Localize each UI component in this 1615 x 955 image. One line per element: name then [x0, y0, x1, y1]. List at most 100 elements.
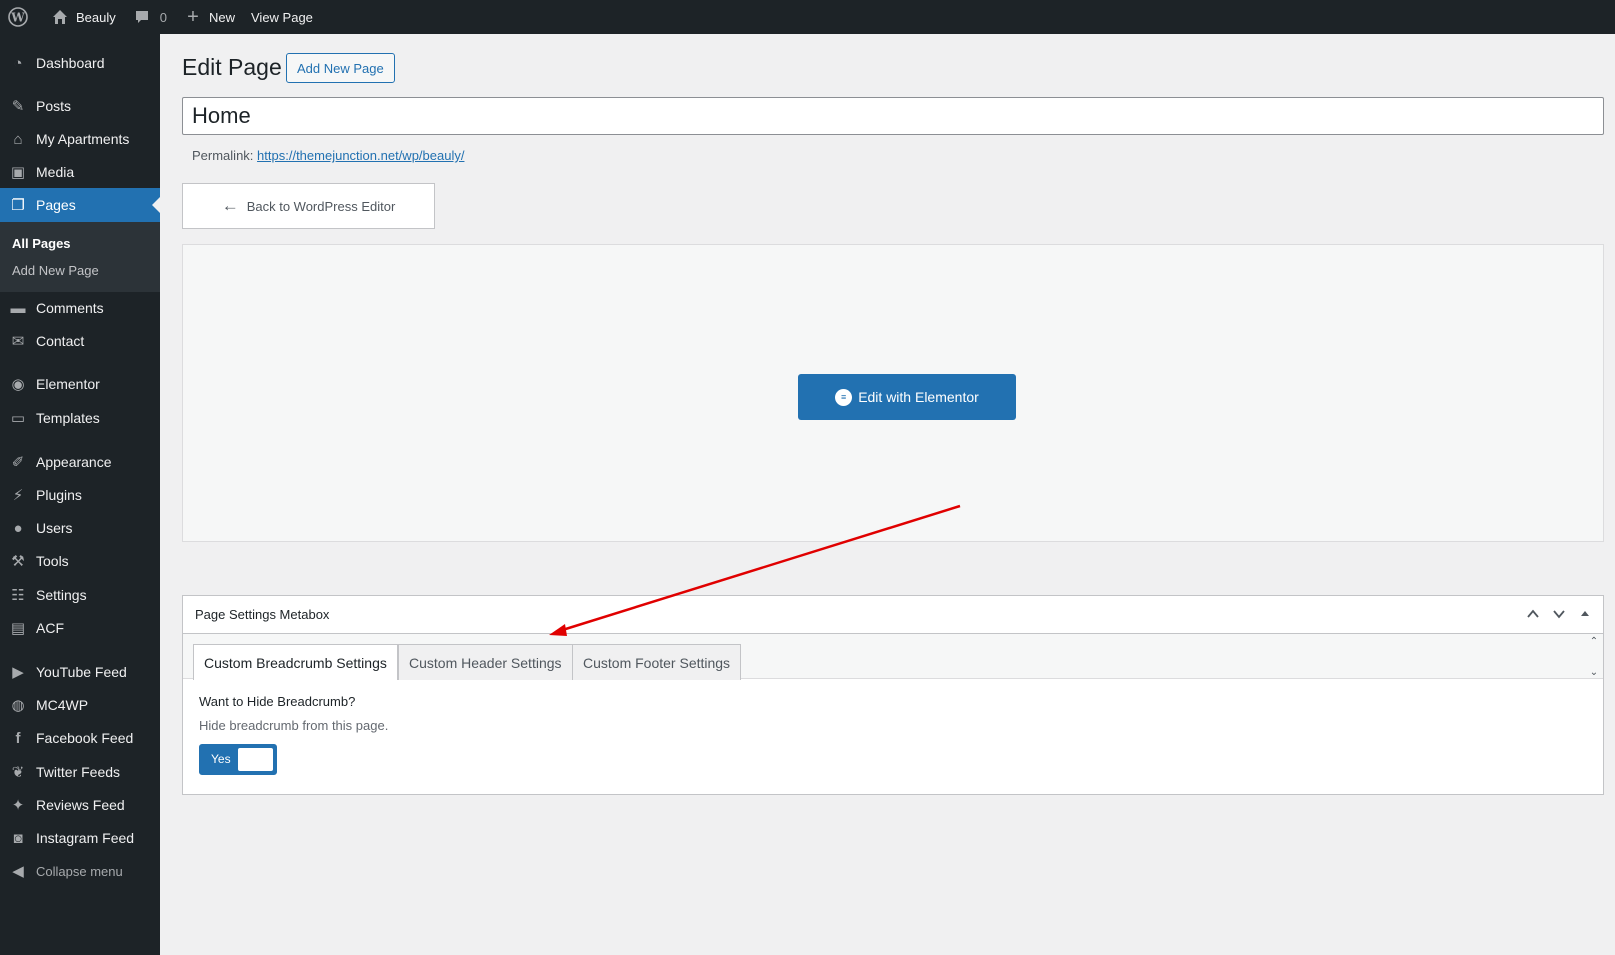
submenu-add-new-page[interactable]: Add New Page [12, 263, 99, 278]
reviews-icon: ✦ [11, 797, 25, 814]
sidebar-item-plugins[interactable]: ⚡ Plugins [0, 478, 160, 512]
mc4wp-icon: ◍ [11, 697, 25, 714]
twitter-icon: ❦ [11, 764, 25, 781]
hide-breadcrumb-toggle[interactable]: Yes [199, 744, 277, 775]
sidebar-item-label: Elementor [36, 376, 100, 392]
tabs-scrollbar[interactable]: ⌃ ⌄ [1587, 636, 1601, 678]
sidebar-item-elementor[interactable]: ◉ Elementor [0, 367, 160, 401]
metabox-title: Page Settings Metabox [195, 607, 330, 622]
permalink: Permalink: https://themejunction.net/wp/… [192, 148, 464, 163]
dashboard-icon: ◔ [13, 54, 23, 72]
comment-icon [132, 7, 152, 27]
pages-icon: ❐ [11, 197, 25, 214]
sidebar-item-posts[interactable]: ✎ Posts [0, 89, 160, 123]
plus-icon: + [187, 5, 199, 28]
sidebar-item-twitter-feeds[interactable]: ❦ Twitter Feeds [0, 755, 160, 789]
sidebar-item-facebook-feed[interactable]: f Facebook Feed [0, 721, 160, 755]
metabox-tabs: Custom Breadcrumb Settings Custom Header… [183, 634, 1603, 680]
sidebar-item-label: Instagram Feed [36, 830, 135, 846]
sidebar-item-label: ACF [36, 620, 64, 636]
sidebar-item-label: Media [36, 164, 75, 180]
sidebar-item-reviews-feed[interactable]: ✦ Reviews Feed [0, 788, 160, 822]
sidebar-item-pages[interactable]: ❐ Pages [0, 188, 160, 222]
arrow-left-icon: ← [221, 196, 239, 215]
sidebar-item-label: Dashboard [36, 55, 105, 71]
table-icon: ▤ [10, 620, 26, 637]
elementor-icon: ◉ [11, 376, 25, 393]
sidebar-item-appearance[interactable]: ✐ Appearance [0, 445, 160, 479]
sidebar-item-templates[interactable]: ▭ Templates [0, 401, 160, 435]
wordpress-icon: W [8, 7, 28, 27]
sidebar-item-users[interactable]: ● Users [0, 511, 160, 545]
sidebar-item-label: Reviews Feed [36, 797, 125, 813]
comment-icon: ▬ [10, 299, 26, 317]
new-content-link[interactable]: + New [175, 0, 243, 34]
tab-custom-header-settings[interactable]: Custom Header Settings [398, 644, 573, 680]
comments-count: 0 [159, 9, 167, 25]
sidebar-item-label: Facebook Feed [36, 730, 134, 746]
tab-custom-footer-settings[interactable]: Custom Footer Settings [572, 644, 742, 680]
metabox-controls [1523, 604, 1595, 624]
sidebar-item-my-apartments[interactable]: ⌂ My Apartments [0, 122, 160, 156]
elementor-icon: ≡ [835, 388, 853, 406]
main-content: Edit Page Add New Page Home Permalink: h… [160, 34, 1615, 955]
sidebar-item-label: Posts [36, 98, 72, 114]
sidebar-item-label: YouTube Feed [36, 664, 127, 680]
user-icon: ● [13, 519, 23, 537]
facebook-icon: f [15, 729, 21, 747]
wp-logo-button[interactable]: W [0, 0, 42, 34]
home-icon [50, 7, 70, 27]
folder-icon: ▭ [10, 410, 26, 427]
collapse-icon: ◀ [12, 863, 24, 880]
sidebar-item-label: Settings [36, 587, 87, 603]
sidebar-item-dashboard[interactable]: ◔ Dashboard [0, 46, 160, 80]
collapse-menu-button[interactable]: ◀ Collapse menu [0, 854, 160, 888]
sidebar-item-media[interactable]: ▣ Media [0, 155, 160, 189]
hide-breadcrumb-label: Want to Hide Breadcrumb? [199, 694, 356, 709]
sidebar-item-label: Plugins [36, 487, 82, 503]
youtube-icon: ▶ [12, 664, 24, 681]
move-down-icon[interactable] [1549, 604, 1569, 624]
page-settings-metabox: Page Settings Metabox Custom Breadcrumb … [182, 595, 1604, 795]
submenu-all-pages[interactable]: All Pages [12, 236, 71, 251]
sidebar-item-instagram-feed[interactable]: ◙ Instagram Feed [0, 821, 160, 855]
apartments-icon: ⌂ [13, 130, 23, 148]
sidebar-item-settings[interactable]: ☷ Settings [0, 578, 160, 612]
site-name-link[interactable]: Beauly [42, 0, 124, 34]
sidebar-item-label: Users [36, 520, 73, 536]
sidebar-item-label: MC4WP [36, 697, 89, 713]
metabox-header: Page Settings Metabox [183, 596, 1603, 634]
tab-custom-breadcrumb-settings[interactable]: Custom Breadcrumb Settings [193, 644, 398, 680]
sidebar-item-label: Contact [36, 333, 85, 349]
toggle-panel-icon[interactable] [1575, 604, 1595, 624]
toggle-knob[interactable] [238, 748, 273, 771]
sidebar-item-comments[interactable]: ▬ Comments [0, 291, 160, 325]
move-up-icon[interactable] [1523, 604, 1543, 624]
comments-link[interactable]: 0 [124, 0, 175, 34]
sidebar-item-label: Pages [36, 197, 76, 213]
media-icon: ▣ [10, 164, 26, 181]
sidebar-item-label: Templates [36, 410, 100, 426]
sidebar-item-contact[interactable]: ✉ Contact [0, 324, 160, 358]
permalink-url[interactable]: https://themejunction.net/wp/beauly/ [257, 148, 464, 163]
new-label: New [208, 9, 235, 25]
add-new-page-button[interactable]: Add New Page [286, 53, 395, 83]
sidebar-item-label: Comments [36, 300, 104, 316]
chevron-down-icon[interactable]: ⌄ [1590, 667, 1598, 678]
camera-icon: ◙ [13, 829, 23, 847]
elementor-button-label: Edit with Elementor [858, 389, 979, 405]
view-page-link[interactable]: View Page [243, 0, 321, 34]
svg-text:W: W [10, 11, 25, 25]
pin-icon: ✎ [11, 98, 25, 115]
brush-icon: ✐ [11, 454, 25, 471]
edit-with-elementor-button[interactable]: ≡ Edit with Elementor [798, 374, 1016, 420]
page-title-input[interactable]: Home [182, 97, 1604, 135]
sidebar-item-tools[interactable]: ⚒ Tools [0, 544, 160, 578]
back-to-wordpress-editor-button[interactable]: ← Back to WordPress Editor [182, 183, 435, 229]
sidebar-item-youtube-feed[interactable]: ▶ YouTube Feed [0, 655, 160, 689]
sidebar-item-acf[interactable]: ▤ ACF [0, 611, 160, 645]
sidebar-item-mc4wp[interactable]: ◍ MC4WP [0, 688, 160, 722]
site-name: Beauly [76, 9, 116, 25]
chevron-up-icon[interactable]: ⌃ [1590, 636, 1598, 647]
sidebar-item-label: Appearance [36, 454, 112, 470]
